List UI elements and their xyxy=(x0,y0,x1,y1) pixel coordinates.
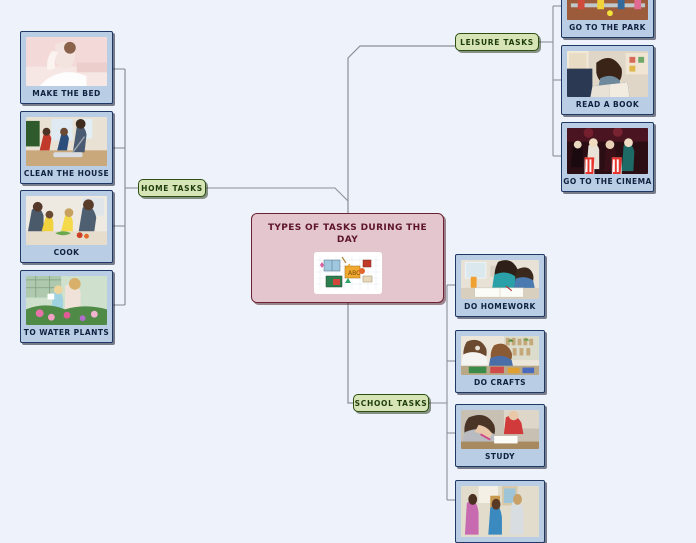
branch-node-school-tasks[interactable]: SCHOOL TASKS xyxy=(353,394,429,412)
leaf-label: GO TO THE CINEMA xyxy=(563,177,652,186)
making-bed-photo-thumbnail xyxy=(26,37,107,86)
leaf-label: GO TO THE PARK xyxy=(569,23,646,32)
leaf-node-do-crafts[interactable]: DO CRAFTS xyxy=(455,330,545,393)
leaf-node-go-to-the-park[interactable]: GO TO THE PARK xyxy=(561,0,654,38)
leaf-node-clean-the-house[interactable]: CLEAN THE HOUSE xyxy=(20,111,113,184)
branch-node-home-tasks[interactable]: HOME TASKS xyxy=(138,179,206,197)
branch-node-leisure-tasks[interactable]: LEISURE TASKS xyxy=(455,33,539,51)
leaf-label: DO CRAFTS xyxy=(474,378,526,387)
family-vacuuming-photo-thumbnail xyxy=(26,117,107,166)
crafts-table-photo-thumbnail xyxy=(461,336,539,375)
leaf-node-school-tasks-item-4[interactable] xyxy=(455,480,545,543)
central-node[interactable]: TYPES OF TASKS DURING THE DAY ABC xyxy=(251,213,444,303)
leaf-label: COOK xyxy=(53,248,80,257)
classroom-children-photo-thumbnail xyxy=(461,486,539,537)
school-supplies-collage-thumbnail: ABC xyxy=(313,252,382,294)
watering-plants-photo-thumbnail xyxy=(26,276,107,325)
central-node-title: TYPES OF TASKS DURING THE DAY xyxy=(267,223,428,245)
branch-label: SCHOOL TASKS xyxy=(354,398,428,408)
mindmap-canvas: TYPES OF TASKS DURING THE DAY ABC HOME T… xyxy=(0,0,696,543)
leaf-label: DO HOMEWORK xyxy=(464,302,536,311)
cinema-audience-photo-thumbnail xyxy=(567,128,648,174)
leaf-label: TO WATER PLANTS xyxy=(23,328,110,337)
leaf-node-to-water-plants[interactable]: TO WATER PLANTS xyxy=(20,270,113,343)
branch-label: LEISURE TASKS xyxy=(460,37,534,47)
leaf-node-make-the-bed[interactable]: MAKE THE BED xyxy=(20,31,113,104)
svg-text:ABC: ABC xyxy=(348,270,360,277)
leaf-node-go-to-the-cinema[interactable]: GO TO THE CINEMA xyxy=(561,122,654,192)
leaf-node-do-homework[interactable]: DO HOMEWORK xyxy=(455,254,545,317)
boy-reading-book-photo-thumbnail xyxy=(567,51,648,97)
leaf-node-read-a-book[interactable]: READ A BOOK xyxy=(561,45,654,115)
branch-label: HOME TASKS xyxy=(141,183,203,193)
leaf-label: CLEAN THE HOUSE xyxy=(23,169,110,178)
leaf-label: MAKE THE BED xyxy=(32,89,101,98)
leaf-label: STUDY xyxy=(485,452,515,461)
homework-help-photo-thumbnail xyxy=(461,260,539,299)
leaf-node-cook[interactable]: COOK xyxy=(20,190,113,263)
leaf-label: READ A BOOK xyxy=(575,100,640,109)
children-park-photo-thumbnail xyxy=(567,0,648,20)
leaf-node-study[interactable]: STUDY xyxy=(455,404,545,467)
family-cooking-photo-thumbnail xyxy=(26,196,107,245)
boy-studying-photo-thumbnail xyxy=(461,410,539,449)
